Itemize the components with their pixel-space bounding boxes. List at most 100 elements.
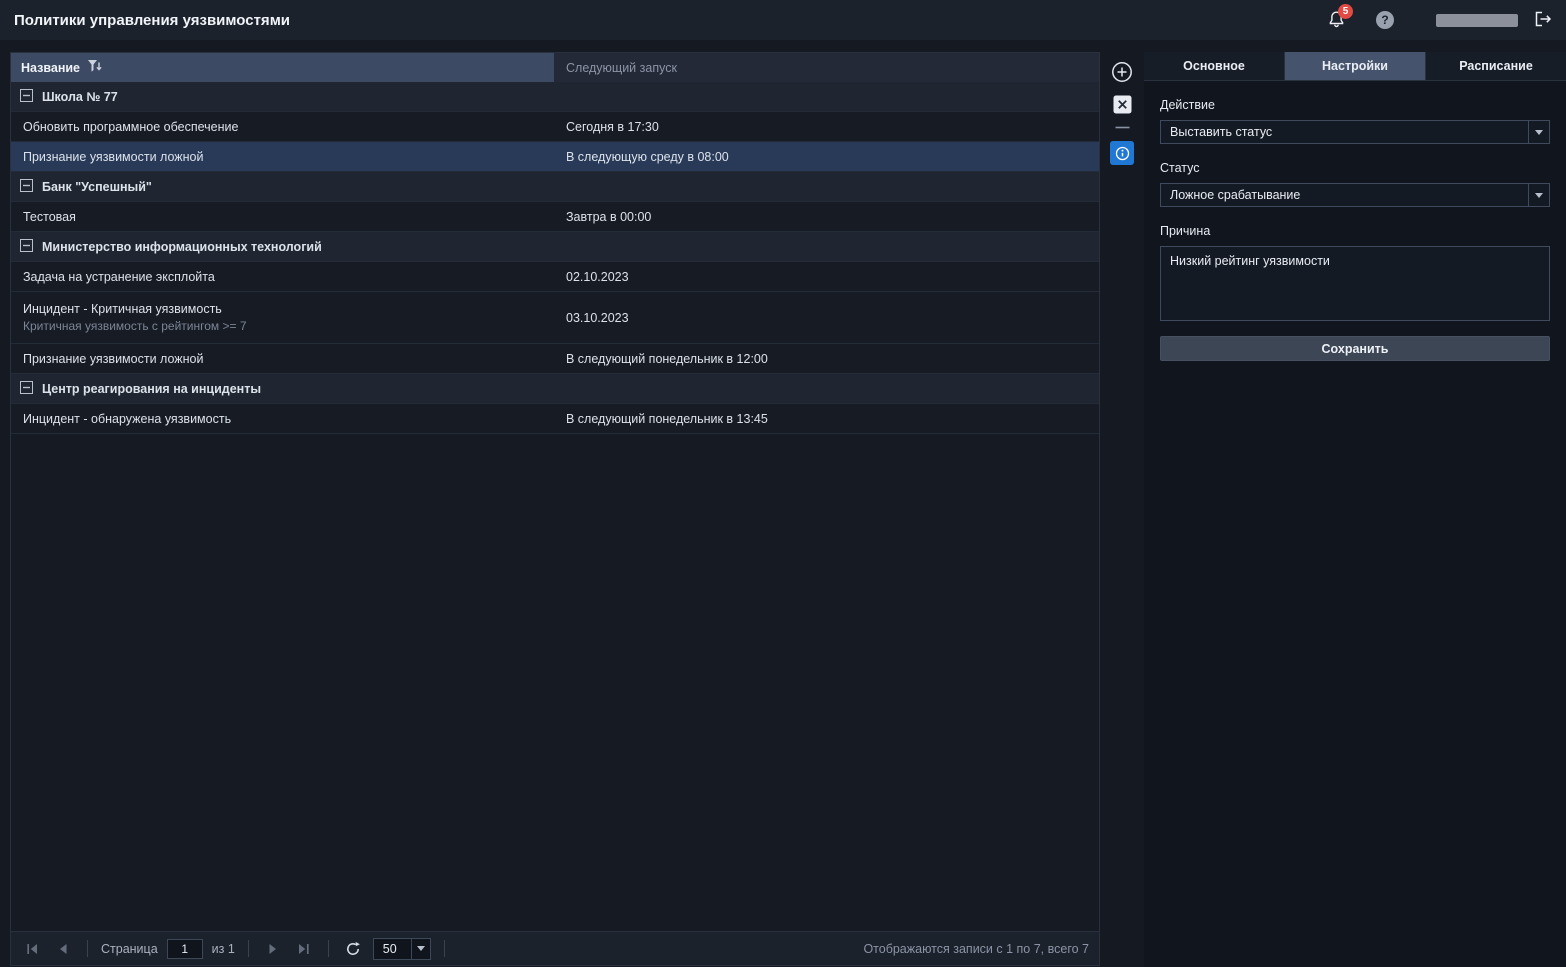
side-toolbar <box>1100 52 1144 967</box>
delete-policy-button[interactable] <box>1113 95 1132 114</box>
collapse-icon[interactable] <box>20 88 33 105</box>
cell-policy-name: Обновить программное обеспечение <box>23 119 239 134</box>
sort-filter-icon[interactable] <box>87 59 102 76</box>
collapse-icon[interactable] <box>20 178 33 195</box>
cell-next-run: В следующую среду в 08:00 <box>566 149 729 164</box>
refresh-button[interactable] <box>342 938 364 960</box>
cell-next-run: Завтра в 00:00 <box>566 209 652 224</box>
column-header-name-label: Название <box>21 60 81 75</box>
group-row-school[interactable]: Школа № 77 <box>11 82 1099 112</box>
group-label: Центр реагирования на инциденты <box>42 381 262 396</box>
prev-page-button[interactable] <box>52 938 74 960</box>
cell-policy-name: Задача на устранение эксплойта <box>23 269 215 284</box>
tab-main[interactable]: Основное <box>1144 52 1285 80</box>
logout-button[interactable] <box>1534 11 1552 30</box>
notifications-button[interactable]: 5 <box>1326 4 1353 30</box>
group-label: Министерство информационных технологий <box>42 239 322 254</box>
page-size-value: 50 <box>382 941 397 956</box>
first-page-icon <box>26 943 37 954</box>
group-row-bank[interactable]: Банк "Успешный" <box>11 172 1099 202</box>
toolbar-separator <box>327 940 329 957</box>
save-button[interactable]: Сохранить <box>1160 336 1550 361</box>
toolbar-divider <box>1115 126 1130 129</box>
group-row-ministry[interactable]: Министерство информационных технологий <box>11 232 1099 262</box>
collapse-icon[interactable] <box>20 380 33 397</box>
table-row[interactable]: Тестовая Завтра в 00:00 <box>11 202 1099 232</box>
info-icon <box>1115 146 1129 160</box>
settings-form: Действие Выставить статус Статус Ложное … <box>1144 81 1566 361</box>
page-size-select[interactable]: 50 <box>372 937 431 960</box>
logout-icon <box>1534 11 1552 30</box>
column-header-name[interactable]: Название <box>11 53 554 82</box>
last-page-button[interactable] <box>293 938 315 960</box>
next-page-icon <box>269 943 276 954</box>
notification-badge: 5 <box>1338 4 1353 19</box>
action-value: Выставить статус <box>1170 125 1273 139</box>
status-label: Статус <box>1160 161 1200 175</box>
reason-label: Причина <box>1160 224 1211 238</box>
cell-policy-name: Признание уязвимости ложной <box>23 351 204 366</box>
page-label: Страница <box>101 941 158 956</box>
first-page-button[interactable] <box>21 938 43 960</box>
add-policy-button[interactable] <box>1111 61 1133 83</box>
collapse-icon[interactable] <box>20 238 33 255</box>
cell-next-run: В следующий понедельник в 13:45 <box>566 411 768 426</box>
minus-icon <box>1115 126 1129 129</box>
cell-next-run: Сегодня в 17:30 <box>566 119 659 134</box>
topbar-actions: 5 ? <box>1326 4 1552 30</box>
info-panel-toggle-button[interactable] <box>1110 141 1134 165</box>
row-subtitle: Критичная уязвимость с рейтингом >= 7 <box>23 319 247 333</box>
group-label: Банк "Успешный" <box>42 179 152 194</box>
chevron-down-icon <box>1528 121 1549 143</box>
chevron-down-icon <box>410 938 430 959</box>
toolbar-separator <box>87 940 88 957</box>
plus-circle-icon <box>1112 62 1132 82</box>
cell-policy-name: Признание уязвимости ложной <box>23 149 204 164</box>
detail-tabs: Основное Настройки Расписание <box>1144 52 1566 81</box>
cell-next-run: 02.10.2023 <box>566 269 629 284</box>
group-row-incident-center[interactable]: Центр реагирования на инциденты <box>11 374 1099 404</box>
cell-policy-name: Инцидент - обнаружена уязвимость <box>23 411 232 426</box>
tab-schedule[interactable]: Расписание <box>1426 52 1566 80</box>
table-row[interactable]: Признание уязвимости ложной В следующий … <box>11 344 1099 374</box>
page-number-input[interactable] <box>166 938 203 959</box>
action-label: Действие <box>1160 98 1215 112</box>
column-header-next-run-label: Следующий запуск <box>566 60 677 75</box>
cell-policy-name: Инцидент - Критичная уязвимость Критична… <box>23 302 247 333</box>
status-select[interactable]: Ложное срабатывание <box>1160 183 1550 207</box>
next-page-button[interactable] <box>262 938 284 960</box>
chevron-down-icon <box>1528 184 1549 206</box>
top-bar: Политики управления уязвимостями 5 ? <box>0 0 1566 40</box>
prev-page-icon <box>60 943 67 954</box>
status-value: Ложное срабатывание <box>1170 188 1301 202</box>
app-window: Политики управления уязвимостями 5 ? Наз… <box>0 0 1566 967</box>
table-row-selected[interactable]: Признание уязвимости ложной В следующую … <box>11 142 1099 172</box>
table-row[interactable]: Обновить программное обеспечение Сегодня… <box>11 112 1099 142</box>
table-row[interactable]: Задача на устранение эксплойта 02.10.202… <box>11 262 1099 292</box>
help-button[interactable]: ? <box>1376 11 1394 29</box>
policies-grid: Название Следующий запуск Школа № 77 Обн… <box>10 52 1100 966</box>
grid-body: Школа № 77 Обновить программное обеспече… <box>11 82 1099 931</box>
table-row[interactable]: Инцидент - обнаружена уязвимость В следу… <box>11 404 1099 434</box>
question-mark-icon: ? <box>1381 13 1389 27</box>
action-select[interactable]: Выставить статус <box>1160 120 1550 144</box>
tab-settings[interactable]: Настройки <box>1285 52 1426 80</box>
cell-policy-name: Тестовая <box>23 209 76 224</box>
pagination-bar: Страница из 1 50 Отображаются записи с 1… <box>11 931 1099 965</box>
refresh-icon <box>346 941 360 955</box>
detail-panel: Основное Настройки Расписание Действие В… <box>1144 52 1566 967</box>
page-title: Политики управления уязвимостями <box>14 11 291 29</box>
records-summary: Отображаются записи с 1 по 7, всего 7 <box>863 941 1089 956</box>
cell-next-run: 03.10.2023 <box>566 310 629 325</box>
column-header-next-run[interactable]: Следующий запуск <box>554 53 1099 82</box>
group-label: Школа № 77 <box>42 89 118 104</box>
last-page-icon <box>299 943 309 954</box>
user-menu[interactable] <box>1436 13 1518 27</box>
grid-header: Название Следующий запуск <box>11 53 1099 82</box>
reason-textarea[interactable]: Низкий рейтинг уязвимости <box>1160 246 1550 321</box>
toolbar-separator <box>247 940 249 957</box>
toolbar-separator <box>443 940 445 957</box>
table-row[interactable]: Инцидент - Критичная уязвимость Критична… <box>11 292 1099 344</box>
close-square-icon <box>1113 95 1131 114</box>
page-of-label: из 1 <box>211 941 235 956</box>
